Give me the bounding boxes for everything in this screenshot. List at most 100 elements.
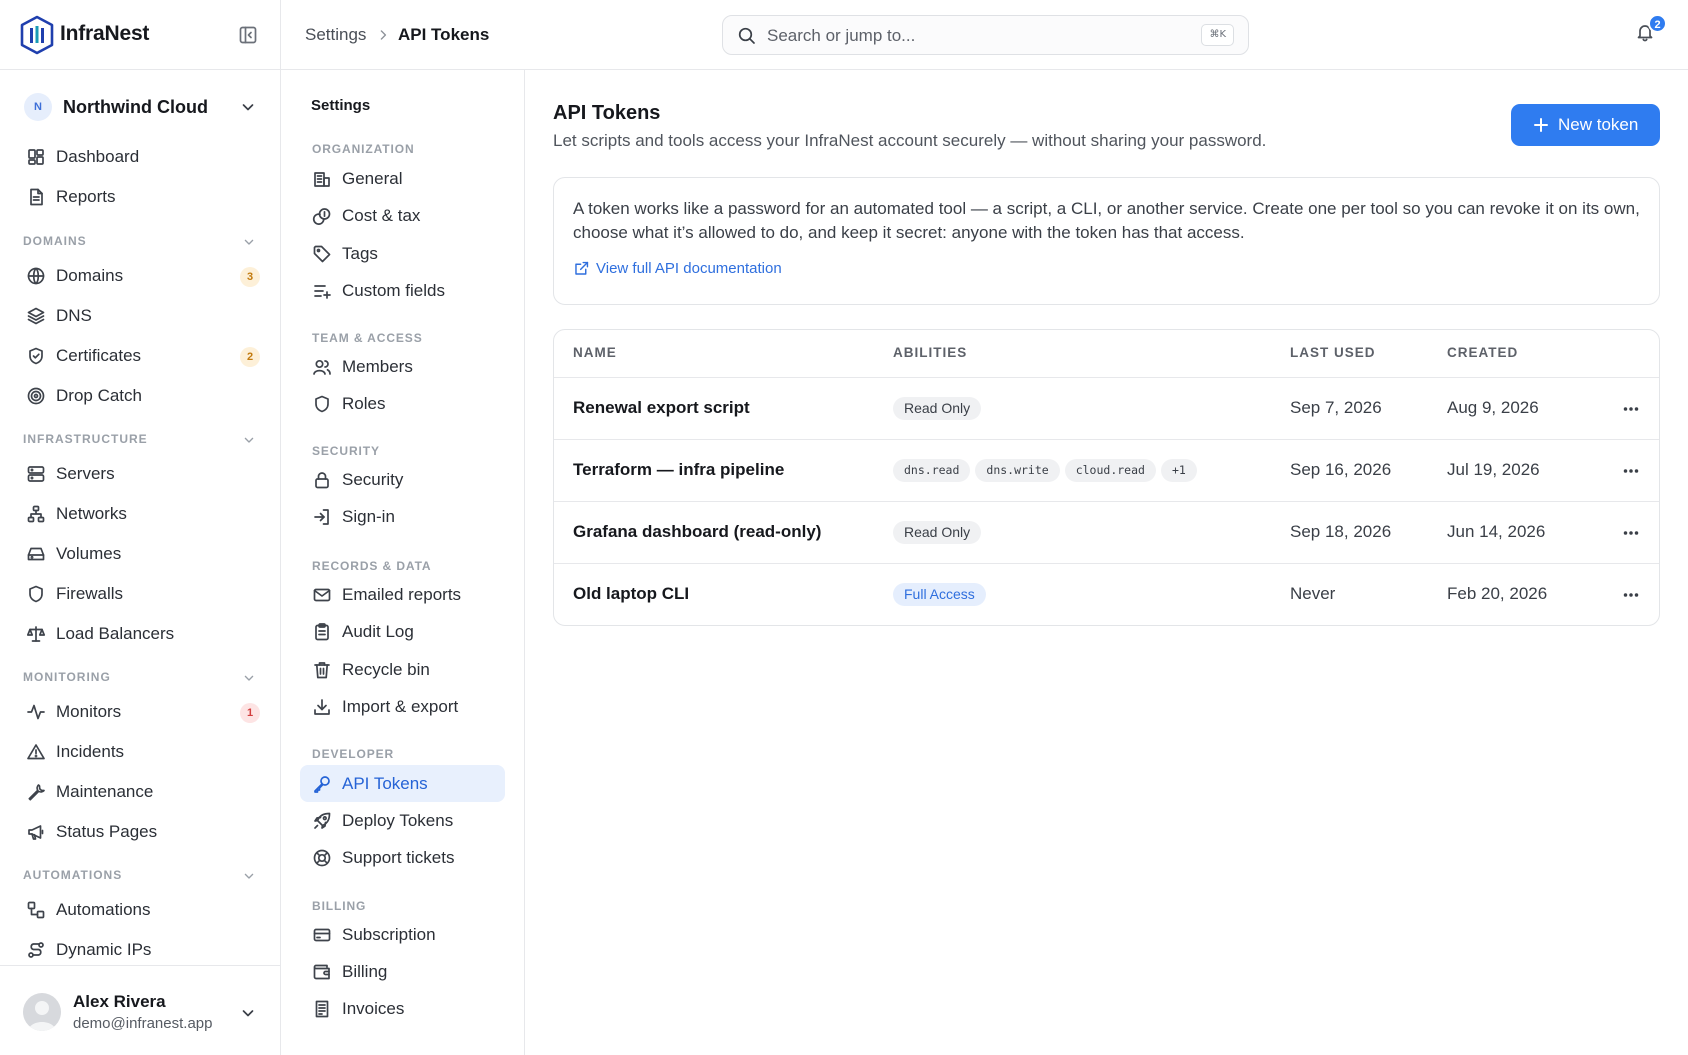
sidebar-item-load-balancers[interactable]: Load Balancers (24, 619, 260, 649)
org-avatar: N (24, 93, 52, 121)
org-switcher[interactable]: N Northwind Cloud (24, 93, 258, 121)
more-horizontal-icon[interactable] (1621, 523, 1641, 543)
log-in-icon (314, 509, 329, 525)
external-link-icon (575, 261, 589, 275)
sidebar-item-label: Dynamic IPs (56, 940, 152, 959)
main-sidebar: InfraNest N Northwind Cloud Dashboard Re… (0, 0, 281, 1055)
megaphone-icon (28, 825, 44, 840)
ability-pill: dns.read (893, 459, 971, 482)
settings-item-general[interactable]: General (300, 160, 505, 197)
key-icon (314, 776, 330, 793)
sidebar-item-servers[interactable]: Servers (24, 459, 260, 489)
count-badge: 2 (240, 347, 260, 367)
settings-item-label: Recycle bin (342, 660, 430, 679)
settings-item-subscription[interactable]: Subscription (300, 916, 505, 953)
settings-item-roles[interactable]: Roles (300, 385, 505, 422)
sidebar-item-certificates[interactable]: Certificates 2 (24, 341, 260, 371)
token-abilities: dns.read dns.write cloud.read +1 (893, 459, 1202, 483)
column-header-created[interactable]: CREATED (1447, 345, 1518, 360)
sidebar-collapse-icon[interactable] (238, 25, 258, 45)
settings-item-emailed-reports[interactable]: Emailed reports (300, 576, 505, 613)
sidebar-item-incidents[interactable]: Incidents (24, 737, 260, 767)
sidebar-item-volumes[interactable]: Volumes (24, 539, 260, 569)
page-subtitle: Let scripts and tools access your InfraN… (553, 131, 1267, 150)
token-created: Jul 19, 2026 (1447, 460, 1540, 479)
chevron-down-icon (244, 437, 254, 443)
settings-item-sign-in[interactable]: Sign-in (300, 498, 505, 535)
table-row[interactable]: Renewal export script Read Only Sep 7, 2… (554, 378, 1659, 440)
settings-item-label: Sign-in (342, 507, 395, 526)
sidebar-item-reports[interactable]: Reports (24, 182, 260, 212)
new-token-button[interactable]: New token (1511, 104, 1660, 146)
column-header-last-used[interactable]: LAST USED (1290, 345, 1376, 360)
ability-pill: dns.write (975, 459, 1060, 482)
target-icon (27, 387, 45, 405)
sidebar-item-label: Maintenance (56, 782, 154, 801)
settings-item-members[interactable]: Members (300, 348, 505, 385)
search-input[interactable]: Search or jump to... ⌘K (722, 15, 1249, 55)
sidebar-item-networks[interactable]: Networks (24, 499, 260, 529)
sidebar-section-automations[interactable]: AUTOMATIONS (23, 868, 257, 884)
sidebar-section-domains[interactable]: DOMAINS (23, 234, 257, 250)
sidebar-item-label: Dashboard (56, 147, 140, 166)
table-row[interactable]: Terraform — infra pipeline dns.read dns.w… (554, 440, 1659, 502)
breadcrumb-settings[interactable]: Settings (305, 25, 366, 45)
sidebar-item-firewalls[interactable]: Firewalls (24, 579, 260, 609)
sidebar-item-monitors[interactable]: Monitors 1 (24, 697, 260, 727)
infranest-logo-icon[interactable] (19, 15, 55, 55)
sidebar-section-infrastructure[interactable]: INFRASTRUCTURE (23, 432, 257, 448)
settings-item-tags[interactable]: Tags (300, 235, 505, 272)
settings-item-security[interactable]: Security (300, 461, 505, 498)
brand-name: InfraNest (60, 22, 150, 45)
more-horizontal-icon[interactable] (1621, 585, 1641, 605)
settings-item-label: Billing (342, 962, 388, 981)
table-header: NAME ABILITIES LAST USED CREATED (554, 330, 1659, 378)
sidebar-item-label: Volumes (56, 544, 122, 563)
sidebar-item-drop-catch[interactable]: Drop Catch (24, 381, 260, 411)
sidebar-section-monitoring[interactable]: MONITORING (23, 670, 257, 686)
chevron-down-icon (244, 873, 254, 879)
building-icon (314, 172, 330, 187)
tokens-table: NAME ABILITIES LAST USED CREATED Renewal… (553, 329, 1660, 626)
settings-item-import-export[interactable]: Import & export (300, 688, 505, 725)
sidebar-item-label: Load Balancers (56, 624, 175, 643)
sidebar-item-dashboard[interactable]: Dashboard (24, 142, 260, 172)
sidebar-item-automations[interactable]: Automations (24, 895, 260, 925)
settings-item-deploy-tokens[interactable]: Deploy Tokens (300, 802, 505, 839)
settings-item-label: Subscription (342, 925, 436, 944)
token-last-used: Sep 16, 2026 (1290, 460, 1392, 479)
settings-item-recycle-bin[interactable]: Recycle bin (300, 651, 505, 688)
token-abilities: Full Access (893, 583, 991, 607)
chevron-down-icon (242, 1010, 254, 1017)
settings-item-invoices[interactable]: Invoices (300, 990, 505, 1027)
more-horizontal-icon[interactable] (1621, 461, 1641, 481)
settings-item-api-tokens[interactable]: API Tokens (300, 765, 505, 802)
column-header-name[interactable]: NAME (573, 345, 617, 360)
settings-item-label: Audit Log (342, 622, 414, 641)
settings-item-custom-fields[interactable]: Custom fields (300, 272, 505, 309)
settings-item-cost-tax[interactable]: Cost & tax (300, 197, 505, 234)
chevron-right-icon (380, 30, 387, 40)
user-email: demo@infranest.app (73, 1015, 213, 1032)
globe-icon (27, 267, 45, 285)
wrench-icon (28, 784, 45, 801)
more-horizontal-icon[interactable] (1621, 399, 1641, 419)
settings-item-label: General (342, 169, 403, 188)
shield-check-icon (29, 347, 43, 365)
table-row[interactable]: Grafana dashboard (read-only) Read Only … (554, 502, 1659, 564)
sidebar-item-domains[interactable]: Domains 3 (24, 261, 260, 291)
table-row[interactable]: Old laptop CLI Full Access Never Feb 20,… (554, 564, 1659, 625)
settings-item-billing[interactable]: Billing (300, 953, 505, 990)
settings-item-audit-log[interactable]: Audit Log (300, 613, 505, 650)
sidebar-item-dns[interactable]: DNS (24, 301, 260, 331)
user-menu[interactable]: Alex Rivera demo@infranest.app (0, 965, 281, 1055)
settings-item-label: Import & export (342, 697, 459, 716)
settings-section-title: DEVELOPER (312, 747, 395, 761)
sidebar-item-maintenance[interactable]: Maintenance (24, 777, 260, 807)
life-buoy-icon (313, 849, 331, 867)
settings-item-support-tickets[interactable]: Support tickets (300, 839, 505, 876)
sidebar-item-dynamic-ips[interactable]: Dynamic IPs (24, 935, 260, 965)
sidebar-item-status-pages[interactable]: Status Pages (24, 817, 260, 847)
ability-overflow-pill[interactable]: +1 (1160, 459, 1197, 482)
chevron-down-icon (244, 239, 254, 245)
